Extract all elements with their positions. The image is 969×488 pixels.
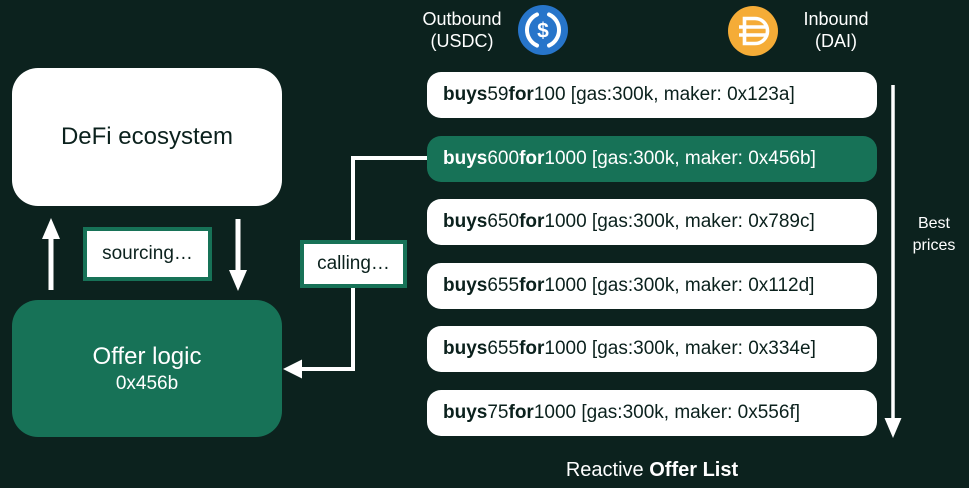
offer-row: buys 655 for 1000 [gas:300k, maker: 0x11… xyxy=(427,263,877,309)
offer-row: buys 655 for 1000 [gas:300k, maker: 0x33… xyxy=(427,326,877,372)
best-prices-line2: prices xyxy=(901,235,967,257)
sourcing-up-arrow xyxy=(42,218,60,290)
inbound-label-line1: Inbound xyxy=(782,9,890,31)
outbound-label-line2: (USDC) xyxy=(406,31,518,53)
best-prices-line1: Best xyxy=(901,213,967,235)
best-prices-label: Best prices xyxy=(901,213,967,258)
offer-row: buys 650 for 1000 [gas:300k, maker: 0x78… xyxy=(427,199,877,245)
dai-coin-icon xyxy=(728,6,778,56)
outbound-label-line1: Outbound xyxy=(406,9,518,31)
diagram-canvas: Outbound (USDC) $ Inbound (DAI) DeFi eco… xyxy=(0,0,969,488)
offer-list: buys 59 for 100 [gas:300k, maker: 0x123a… xyxy=(427,72,877,436)
footer-prefix: Reactive xyxy=(566,459,649,481)
outbound-label: Outbound (USDC) xyxy=(406,9,518,53)
offer-row: buys 75 for 1000 [gas:300k, maker: 0x556… xyxy=(427,390,877,436)
calling-label-text: calling… xyxy=(317,253,390,275)
offer-logic-address: 0x456b xyxy=(116,373,178,395)
offer-logic-title: Offer logic xyxy=(93,343,202,371)
calling-label: calling… xyxy=(300,240,407,288)
inbound-label-line2: (DAI) xyxy=(782,31,890,53)
footer-bold: Offer List xyxy=(649,459,738,481)
svg-text:$: $ xyxy=(537,20,549,43)
inbound-label: Inbound (DAI) xyxy=(782,9,890,53)
offer-row-highlighted: buys 600 for 1000 [gas:300k, maker: 0x45… xyxy=(427,136,877,182)
offer-row: buys 59 for 100 [gas:300k, maker: 0x123a… xyxy=(427,72,877,118)
sourcing-down-arrow xyxy=(229,219,247,291)
usdc-coin-glyph: $ xyxy=(518,5,568,55)
best-prices-arrow xyxy=(885,85,902,438)
offer-logic-box: Offer logic 0x456b xyxy=(12,300,282,437)
dai-coin-glyph xyxy=(728,6,778,56)
defi-ecosystem-label: DeFi ecosystem xyxy=(61,123,233,151)
sourcing-label-text: sourcing… xyxy=(102,243,193,265)
defi-ecosystem-box: DeFi ecosystem xyxy=(12,68,282,206)
usdc-coin-icon: $ xyxy=(518,5,568,55)
footer-caption: Reactive Offer List xyxy=(427,459,877,482)
sourcing-label: sourcing… xyxy=(83,227,212,281)
